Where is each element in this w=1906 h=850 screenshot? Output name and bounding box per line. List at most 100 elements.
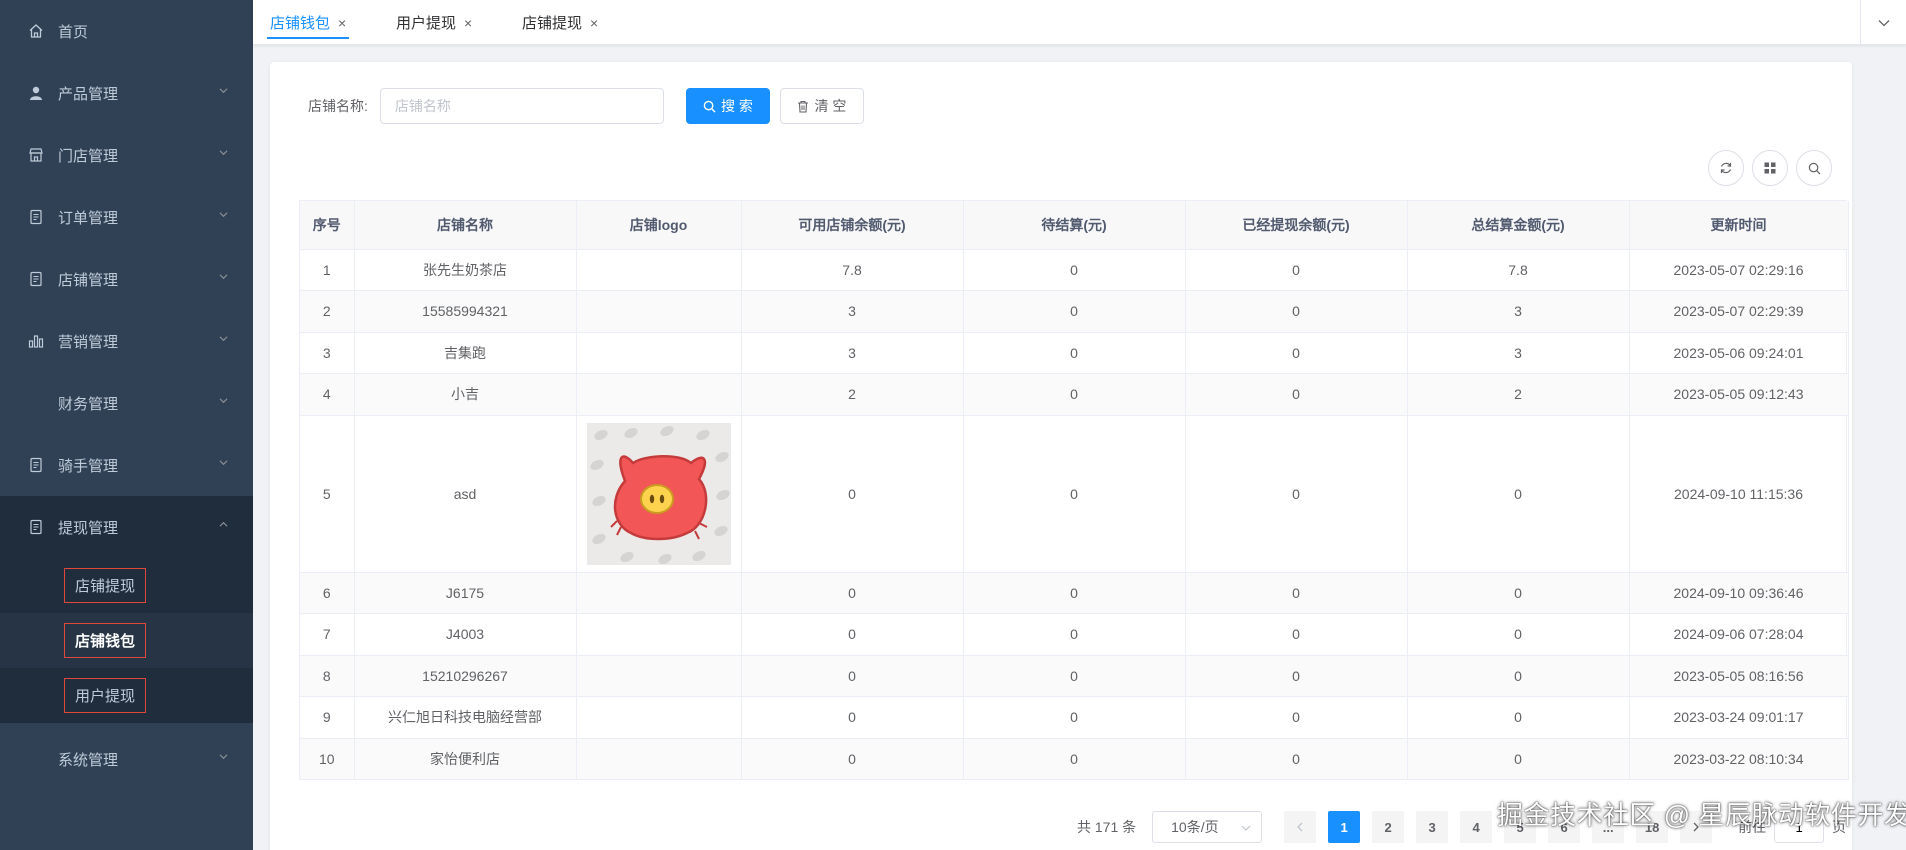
cell-withdrawn: 0 [1185,249,1408,291]
sidebar-subitem-shop-wallet[interactable]: 店铺钱包 [0,613,253,668]
table-row[interactable]: 7 J4003 0 0 0 0 2024-09-06 07:28:04 [300,613,1849,656]
system-icon [28,751,44,767]
sidebar-item-products[interactable]: 产品管理 [0,62,253,124]
tab-label: 店铺钱包 [270,15,331,32]
cell-no: 2 [300,290,355,333]
table-row[interactable]: 2 15585994321 3 0 0 3 2023-05-07 02:29:3… [300,290,1849,333]
cell-shop-name: 15585994321 [354,290,577,333]
page-size-select[interactable]: 10条/页 [1152,811,1263,843]
cell-available: 0 [741,738,964,780]
sidebar-item-label: 营销管理 [58,333,119,351]
sidebar: 首页 产品管理 门店管理 订单管理 店铺管理 营销管理 财务管理 骑手管理 提现… [0,0,253,850]
page-button[interactable]: 2 [1372,811,1405,843]
shop-icon [28,147,44,163]
bar-chart-icon [28,333,44,349]
sidebar-item-home[interactable]: 首页 [0,0,253,62]
cell-no: 1 [300,249,355,291]
trash-icon [797,100,809,113]
sidebar-item-shops[interactable]: 店铺管理 [0,248,253,310]
chevron-down-icon [219,150,228,156]
table-header-row: 序号 店铺名称 店铺logo 可用店铺余额(元) 待结算(元) 已经提现余额(元… [300,201,1849,250]
sidebar-item-marketing[interactable]: 营销管理 [0,310,253,372]
sidebar-item-stores[interactable]: 门店管理 [0,124,253,186]
cell-logo [576,332,742,374]
sidebar-item-system[interactable]: 系统管理 [0,728,253,790]
search-button[interactable]: 搜 索 [685,88,770,124]
cell-updated-time: 2023-05-06 09:24:01 [1629,332,1849,374]
sidebar-item-label: 产品管理 [58,85,119,103]
chevron-left-icon [1297,822,1303,832]
cell-no: 3 [300,332,355,374]
sidebar-item-label: 门店管理 [58,147,119,165]
cell-total: 0 [1407,655,1630,697]
cell-total: 3 [1407,332,1630,374]
cell-logo [576,290,742,333]
cell-total: 0 [1407,696,1630,739]
sidebar-subitem-user-withdraw[interactable]: 用户提现 [0,668,253,723]
page-button[interactable]: 3 [1416,811,1449,843]
sidebar-item-riders[interactable]: 骑手管理 [0,434,253,496]
column-header: 总结算金额(元) [1407,201,1630,250]
table-row[interactable]: 8 15210296267 0 0 0 0 2023-05-05 08:16:5… [300,655,1849,697]
column-header: 待结算(元) [963,201,1186,250]
cell-total: 0 [1407,572,1630,614]
cell-withdrawn: 0 [1185,613,1408,656]
cell-pending: 0 [963,332,1186,374]
close-icon[interactable]: × [590,15,598,31]
cell-withdrawn: 0 [1185,415,1408,573]
chevron-down-icon [219,274,228,280]
sidebar-item-label: 提现管理 [58,519,119,537]
sidebar-item-withdrawals[interactable]: 提现管理 [0,496,253,558]
prev-page-button[interactable] [1284,811,1317,843]
cell-logo [576,696,742,739]
cell-withdrawn: 0 [1185,738,1408,780]
sidebar-item-label: 财务管理 [58,395,119,413]
shop-name-label: 店铺名称: [308,98,368,114]
table-row[interactable]: 9 兴仁旭日科技电脑经营部 0 0 0 0 2023-03-24 09:01:1… [300,696,1849,739]
cell-total: 7.8 [1407,249,1630,291]
sidebar-item-label: 订单管理 [58,209,119,227]
cell-available: 3 [741,332,964,374]
cell-updated-time: 2023-03-24 09:01:17 [1629,696,1849,739]
cell-shop-name: 家怡便利店 [354,738,577,780]
user-icon [28,85,44,101]
search-form: 店铺名称: 搜 索 清 空 [308,88,864,124]
cell-pending: 0 [963,290,1186,333]
close-icon[interactable]: × [464,15,472,31]
tab-shop-withdraw[interactable]: 店铺提现 × [522,0,598,45]
cell-pending: 0 [963,249,1186,291]
clear-button[interactable]: 清 空 [779,88,864,124]
cell-shop-name: J4003 [354,613,577,656]
tabs-dropdown-button[interactable] [1860,0,1906,45]
toggle-search-button[interactable] [1796,150,1832,186]
sidebar-item-finance[interactable]: 财务管理 [0,372,253,434]
table-row[interactable]: 6 J6175 0 0 0 0 2024-09-10 09:36:46 [300,572,1849,614]
cell-logo [576,738,742,780]
tab-user-withdraw[interactable]: 用户提现 × [396,0,472,45]
sidebar-item-orders[interactable]: 订单管理 [0,186,253,248]
close-icon[interactable]: × [338,15,346,31]
table-row[interactable]: 5 asd 0 0 0 0 2024-09-10 11:15:36 [300,415,1849,573]
page-button[interactable]: 4 [1460,811,1493,843]
table-row[interactable]: 10 家怡便利店 0 0 0 0 2023-03-22 08:10:34 [300,738,1849,780]
cell-available: 0 [741,696,964,739]
cell-shop-name: 吉集跑 [354,332,577,374]
refresh-icon [1720,162,1732,174]
table-row[interactable]: 4 小吉 2 0 0 2 2023-05-05 09:12:43 [300,373,1849,416]
shop-logo-image[interactable] [586,422,731,565]
search-icon [703,100,716,113]
tabs-bar: 店铺钱包 × 用户提现 × 店铺提现 × [253,0,1906,45]
tab-shop-wallet[interactable]: 店铺钱包 × [266,0,350,45]
table-row[interactable]: 1 张先生奶茶店 7.8 0 0 7.8 2023-05-07 02:29:16 [300,249,1849,291]
chevron-up-icon [219,521,228,527]
document-icon [28,209,44,225]
sidebar-subitem-shop-withdraw[interactable]: 店铺提现 [0,558,253,613]
columns-button[interactable] [1752,150,1788,186]
cell-pending: 0 [963,613,1186,656]
table-row[interactable]: 3 吉集跑 3 0 0 3 2023-05-06 09:24:01 [300,332,1849,374]
shop-name-input[interactable] [379,88,664,124]
cell-pending: 0 [963,655,1186,697]
refresh-button[interactable] [1708,150,1744,186]
page-button[interactable]: 1 [1328,811,1361,843]
cell-no: 6 [300,572,355,614]
